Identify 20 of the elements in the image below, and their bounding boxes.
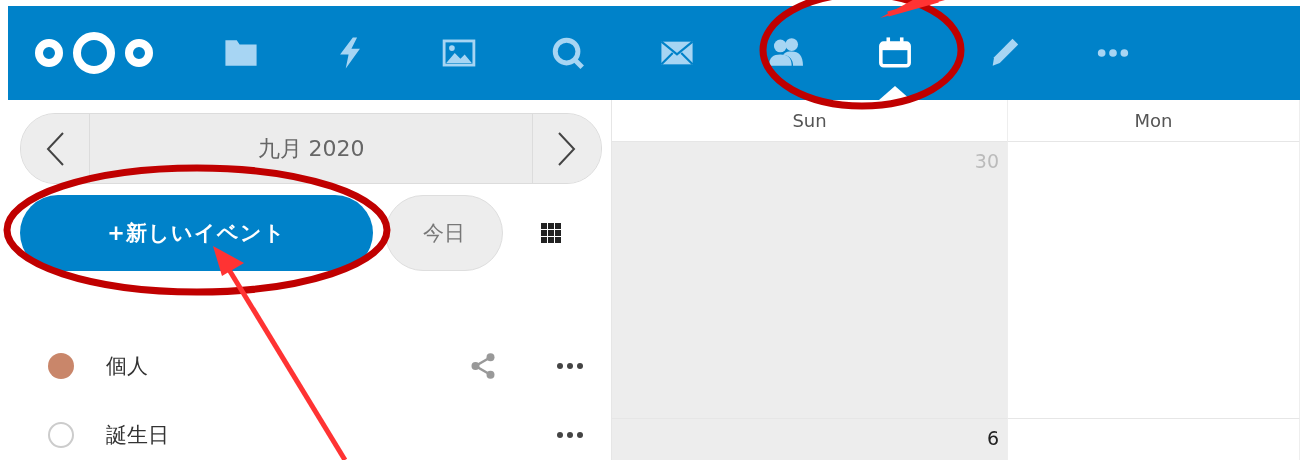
- calendar-item[interactable]: 誕生日: [20, 410, 599, 460]
- month-label[interactable]: 九月 2020: [89, 114, 533, 184]
- more-icon[interactable]: [555, 430, 585, 441]
- annotation-arrow: [880, 0, 945, 18]
- color-dot[interactable]: [48, 422, 74, 449]
- day-header: Mon: [1008, 100, 1300, 142]
- color-dot[interactable]: [48, 352, 74, 379]
- calendar-name: 誕生日: [106, 422, 170, 450]
- search-icon[interactable]: [550, 36, 585, 70]
- calendar-item[interactable]: 個人: [20, 341, 599, 391]
- grid-view-icon[interactable]: [541, 223, 561, 244]
- day-number: 6: [986, 427, 999, 449]
- logo[interactable]: [32, 31, 156, 75]
- chevron-left-icon: [45, 130, 65, 167]
- more-icon[interactable]: [555, 360, 585, 371]
- calendar-name: 個人: [106, 352, 149, 380]
- calendar-icon[interactable]: [877, 36, 912, 70]
- chevron-right-icon: [557, 130, 577, 167]
- new-event-button[interactable]: +新しいイベント: [20, 195, 373, 272]
- today-button[interactable]: 今日: [385, 195, 503, 272]
